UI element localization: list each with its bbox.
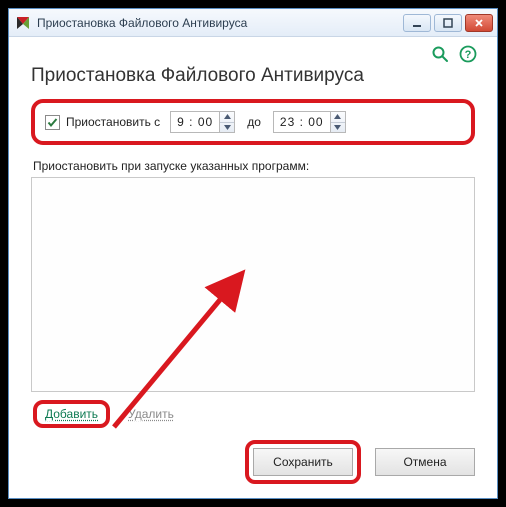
save-button[interactable]: Сохранить	[253, 448, 353, 476]
pause-checkbox[interactable]	[45, 115, 60, 130]
minimize-button[interactable]	[403, 14, 431, 32]
to-time-field: 23 : 00	[273, 111, 346, 133]
page-title: Приостановка Файлового Антивируса	[31, 65, 475, 87]
from-time-down-button[interactable]	[220, 123, 234, 133]
add-link-highlight: Добавить	[33, 400, 110, 428]
to-time-up-button[interactable]	[331, 112, 345, 123]
window-title: Приостановка Файлового Антивируса	[37, 16, 403, 30]
to-time-spinner	[330, 111, 346, 133]
time-separator-label: до	[247, 115, 261, 129]
button-row: Сохранить Отмена	[31, 440, 475, 484]
delete-link[interactable]: Удалить	[128, 407, 174, 421]
svg-text:?: ?	[465, 49, 472, 61]
titlebar: Приостановка Файлового Антивируса	[9, 9, 497, 37]
from-time-up-button[interactable]	[220, 112, 234, 123]
pause-checkbox-label: Приостановить с	[66, 115, 160, 129]
programs-listbox[interactable]	[31, 177, 475, 392]
help-icon[interactable]: ?	[459, 45, 477, 63]
content-area: ? Приостановка Файлового Антивируса Прио…	[9, 37, 497, 498]
save-button-highlight: Сохранить	[245, 440, 361, 484]
close-button[interactable]	[465, 14, 493, 32]
maximize-button[interactable]	[434, 14, 462, 32]
dialog-window: Приостановка Файлового Антивируса ? Прио…	[8, 8, 498, 499]
to-time-input[interactable]: 23 : 00	[273, 111, 330, 133]
programs-label: Приостановить при запуске указанных прог…	[33, 159, 475, 173]
window-controls	[403, 14, 493, 32]
app-icon	[15, 15, 31, 31]
pause-time-highlight: Приостановить с 9 : 00 до 23 : 00	[31, 99, 475, 145]
add-link[interactable]: Добавить	[45, 407, 98, 421]
to-time-down-button[interactable]	[331, 123, 345, 133]
from-time-spinner	[219, 111, 235, 133]
search-icon[interactable]	[431, 45, 449, 63]
from-time-field: 9 : 00	[170, 111, 235, 133]
link-row: Добавить Удалить	[33, 400, 475, 428]
cancel-button[interactable]: Отмена	[375, 448, 475, 476]
top-icons: ?	[431, 45, 477, 63]
from-time-input[interactable]: 9 : 00	[170, 111, 219, 133]
